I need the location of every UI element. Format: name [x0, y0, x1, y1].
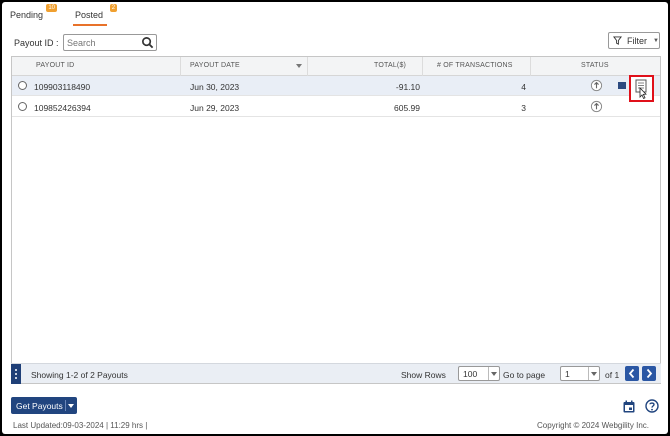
- last-updated-text: Last Updated:09-03-2024 | 11:29 hrs |: [13, 421, 148, 430]
- page-number-select[interactable]: 1: [560, 366, 600, 381]
- rows-per-page-value: 100: [463, 369, 478, 379]
- column-divider: [530, 57, 531, 76]
- total-cell: -91.10: [395, 82, 420, 92]
- tab-pending-label: Pending: [10, 10, 44, 20]
- chevron-down-icon[interactable]: [68, 404, 74, 408]
- payout-id-cell: 109852426394: [34, 103, 91, 113]
- chevron-left-icon: [628, 368, 635, 379]
- table-row[interactable]: 109852426394 Jun 29, 2023 605.99 3: [12, 97, 660, 117]
- calendar-icon[interactable]: [623, 400, 635, 413]
- copyright-text: Copyright © 2024 Webgility Inc.: [537, 421, 650, 430]
- next-page-button[interactable]: [642, 366, 656, 381]
- status-pending-icon: [590, 79, 603, 92]
- showing-count: Showing 1-2 of 2 Payouts: [31, 370, 128, 380]
- search-field: [63, 34, 157, 51]
- col-status[interactable]: STATUS: [581, 62, 609, 69]
- column-divider: [307, 57, 308, 76]
- pager-bar: Showing 1-2 of 2 Payouts Show Rows 100 G…: [11, 363, 661, 384]
- page-total-label: of 1: [605, 370, 620, 380]
- tab-pending-badge: 10: [46, 4, 58, 12]
- column-divider: [422, 57, 423, 76]
- payouts-table: PAYOUT ID PAYOUT DATE TOTAL($) # OF TRAN…: [11, 56, 661, 384]
- show-rows-label: Show Rows: [401, 370, 446, 380]
- split-divider: [65, 400, 66, 411]
- total-cell: 605.99: [394, 103, 420, 113]
- tab-pending[interactable]: Pending 10: [8, 4, 58, 26]
- flag-icon: [618, 82, 626, 89]
- tab-posted-badge: 2: [109, 4, 118, 12]
- status-pending-icon: [590, 100, 603, 113]
- sort-desc-icon[interactable]: [296, 64, 302, 68]
- col-payout-date[interactable]: PAYOUT DATE: [190, 62, 240, 69]
- chevron-down-icon[interactable]: [588, 367, 599, 380]
- row-radio[interactable]: [18, 102, 27, 111]
- tab-posted[interactable]: Posted 2: [73, 4, 118, 26]
- col-transactions[interactable]: # OF TRANSACTIONS: [437, 62, 513, 69]
- col-total[interactable]: TOTAL($): [374, 62, 406, 69]
- search-input[interactable]: [64, 35, 142, 50]
- transactions-cell: 4: [521, 82, 526, 92]
- payout-date-cell: Jun 29, 2023: [190, 103, 240, 113]
- payout-id-label: Payout ID :: [14, 38, 59, 48]
- payout-id-cell: 109903118490: [34, 82, 91, 92]
- transactions-cell: 3: [521, 103, 526, 113]
- filter-button[interactable]: Filter ▼: [608, 32, 660, 49]
- filter-icon: [613, 36, 622, 45]
- prev-page-button[interactable]: [625, 366, 639, 381]
- get-payouts-label: Get Payouts: [16, 400, 63, 411]
- goto-page-label: Go to page: [503, 370, 546, 380]
- col-payout-id[interactable]: PAYOUT ID: [36, 62, 74, 69]
- row-radio[interactable]: [18, 81, 27, 90]
- table-header: PAYOUT ID PAYOUT DATE TOTAL($) # OF TRAN…: [12, 57, 660, 76]
- chevron-right-icon: [646, 368, 653, 379]
- tab-bar: Pending 10 Posted 2: [8, 4, 133, 26]
- chevron-down-icon[interactable]: [488, 367, 499, 380]
- payouts-window: Pending 10 Posted 2 Payout ID : Filter ▼…: [2, 2, 668, 434]
- search-icon[interactable]: [141, 36, 154, 49]
- table-row[interactable]: 109903118490 Jun 30, 2023 -91.10 4: [12, 75, 660, 102]
- chevron-down-icon: ▼: [653, 37, 659, 44]
- rows-per-page-select[interactable]: 100: [458, 366, 500, 381]
- tab-posted-label: Posted: [75, 10, 104, 20]
- help-icon[interactable]: [645, 399, 659, 413]
- get-payouts-button[interactable]: Get Payouts: [11, 397, 77, 414]
- page-number-value: 1: [565, 369, 570, 379]
- drag-handle-icon[interactable]: [11, 364, 21, 384]
- column-divider: [180, 57, 181, 76]
- filter-label: Filter: [627, 35, 647, 46]
- payout-date-cell: Jun 30, 2023: [190, 82, 240, 92]
